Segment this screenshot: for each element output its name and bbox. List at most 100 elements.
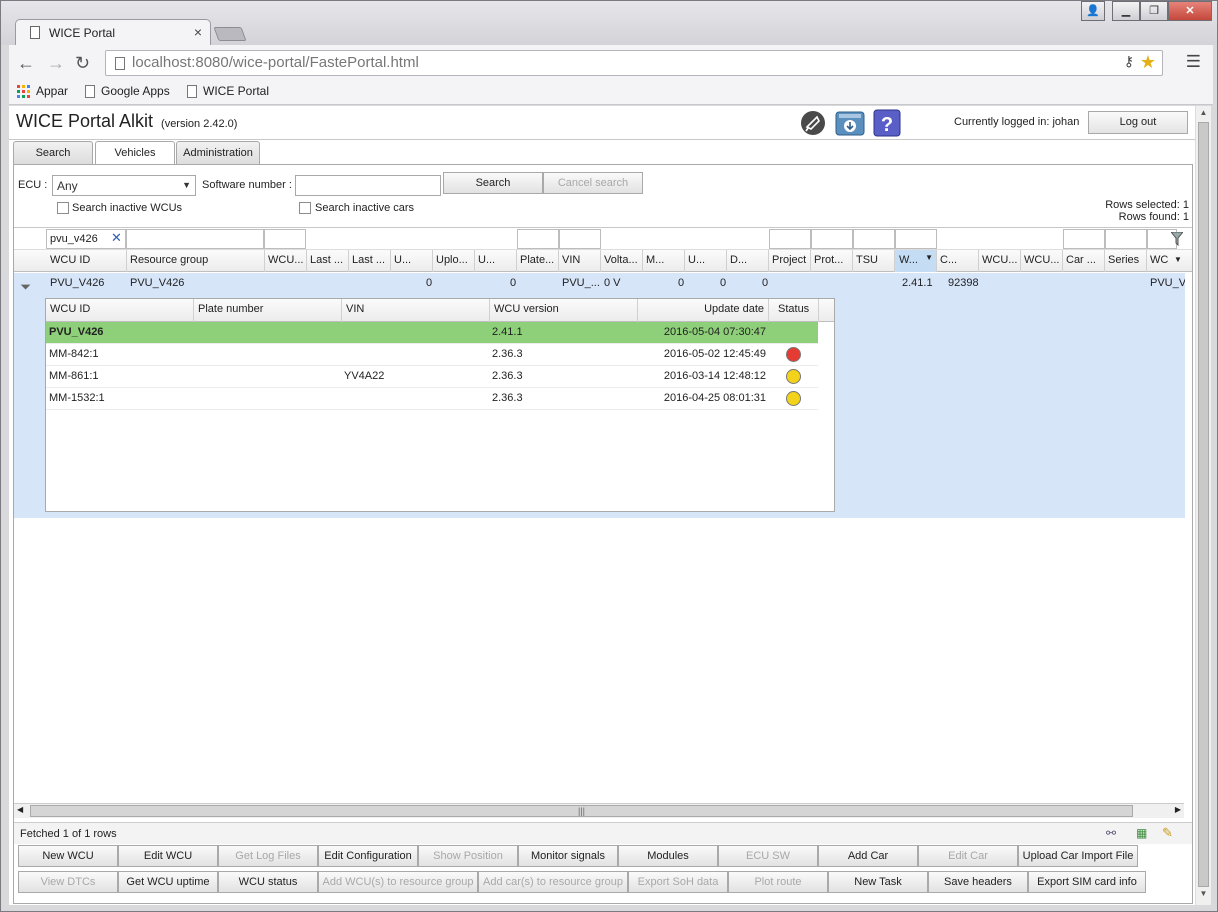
col-divider[interactable] (600, 250, 601, 272)
col-header[interactable]: VIN (562, 254, 598, 266)
minimize-button[interactable]: ▁ (1112, 1, 1140, 21)
upload-car-import-button[interactable]: Upload Car Import File (1018, 845, 1138, 867)
scroll-right-icon[interactable]: ▶ (1175, 805, 1181, 814)
col-header[interactable]: D... (730, 254, 766, 266)
edit-configuration-button[interactable]: Edit Configuration (318, 845, 418, 867)
page-scrollbar-thumb[interactable] (1198, 122, 1209, 887)
edit-wcu-button[interactable]: Edit WCU (118, 845, 218, 867)
star-icon[interactable]: ★ (1140, 52, 1156, 73)
col-header[interactable]: Car ... (1066, 254, 1102, 266)
wcu-filter[interactable] (264, 229, 306, 249)
col-divider[interactable] (1062, 250, 1063, 272)
col-header[interactable]: Prot... (814, 254, 850, 266)
browser-tab[interactable]: WICE Portal × (15, 19, 211, 46)
subtable-row[interactable]: PVU_V426 2.41.1 2016-05-04 07:30:47 (46, 322, 818, 344)
logout-button[interactable]: Log out (1088, 111, 1188, 134)
edit-car-button[interactable]: Edit Car (918, 845, 1018, 867)
clear-filter-icon[interactable]: ✕ (108, 229, 126, 249)
col-header[interactable]: WCU version (494, 303, 559, 315)
col-divider[interactable] (126, 250, 127, 272)
search-button[interactable]: Search (443, 172, 543, 194)
bookmark-apps[interactable]: Appar (17, 84, 68, 98)
col-header[interactable]: Resource group (130, 254, 260, 266)
ecu-sw-button[interactable]: ECU SW (718, 845, 818, 867)
add-wcu-to-resource-group-button[interactable]: Add WCU(s) to resource group (318, 871, 478, 893)
col-header[interactable]: Plate... (520, 254, 556, 266)
export-sim-card-info-button[interactable]: Export SIM card info (1028, 871, 1146, 893)
ecu-select[interactable]: Any ▼ (52, 175, 196, 196)
resource-group-filter[interactable] (126, 229, 264, 249)
back-icon[interactable]: ← (17, 53, 35, 74)
address-bar[interactable]: localhost:8080/wice-portal/FastePortal.h… (105, 50, 1163, 76)
tab-vehicles[interactable]: Vehicles (95, 141, 175, 166)
page-scrollbar[interactable]: ▲ ▼ (1195, 106, 1211, 905)
horizontal-scrollbar[interactable]: ◀ ||| ▶ (14, 803, 1184, 818)
col-header[interactable]: C... (940, 254, 976, 266)
col-header[interactable]: WCU... (1024, 254, 1060, 266)
col-divider[interactable] (193, 299, 194, 322)
scroll-up-icon[interactable]: ▲ (1196, 108, 1211, 122)
col-header[interactable]: Status (778, 303, 809, 315)
col-header[interactable]: Last ... (352, 254, 388, 266)
export-excel-icon[interactable]: ▦ (1136, 826, 1147, 840)
col-divider[interactable] (516, 250, 517, 272)
col-divider[interactable] (810, 250, 811, 272)
satellite-icon[interactable] (799, 109, 827, 137)
col-divider[interactable] (637, 299, 638, 322)
wcu-status-button[interactable]: WCU status (218, 871, 318, 893)
close-window-button[interactable]: ✕ (1168, 1, 1212, 21)
table-row-selected[interactable]: ◣ PVU_V426 PVU_V426 0 0 PVU_... 0 V 0 0 … (14, 273, 1185, 518)
col-divider[interactable] (474, 250, 475, 272)
car-filter[interactable] (1063, 229, 1105, 249)
scroll-down-icon[interactable]: ▼ (1196, 889, 1211, 903)
col-divider[interactable] (768, 299, 769, 322)
col-header[interactable]: Plate number (198, 303, 263, 315)
subtable-row[interactable]: MM-842:1 2.36.3 2016-05-02 12:45:49 (46, 344, 818, 366)
vin-filter[interactable] (559, 229, 601, 249)
plate-filter[interactable] (517, 229, 559, 249)
subtable-row[interactable]: MM-1532:1 2.36.3 2016-04-25 08:01:31 (46, 388, 818, 410)
add-car-to-resource-group-button[interactable]: Add car(s) to resource group (478, 871, 628, 893)
filter-icon[interactable] (1171, 232, 1183, 246)
monitor-signals-button[interactable]: Monitor signals (518, 845, 618, 867)
col-divider[interactable] (684, 250, 685, 272)
subtable-row[interactable]: MM-861:1 YV4A22 2.36.3 2016-03-14 12:48:… (46, 366, 818, 388)
col-divider[interactable] (936, 250, 937, 272)
col-divider[interactable] (348, 250, 349, 272)
modules-button[interactable]: Modules (618, 845, 718, 867)
expand-toggle-icon[interactable]: ◣ (19, 278, 32, 291)
col-header[interactable]: Series (1108, 254, 1144, 266)
series-filter[interactable] (1105, 229, 1147, 249)
add-car-button[interactable]: Add Car (818, 845, 918, 867)
scroll-left-icon[interactable]: ◀ (17, 805, 23, 814)
col-divider[interactable] (1020, 250, 1021, 272)
col-divider[interactable] (1146, 250, 1147, 272)
software-number-input[interactable] (295, 175, 441, 196)
col-header[interactable]: VIN (346, 303, 364, 315)
new-task-button[interactable]: New Task (828, 871, 928, 893)
col-header-sorted[interactable]: W... ▼ (895, 250, 937, 272)
tsu-filter[interactable] (853, 229, 895, 249)
cancel-search-button[interactable]: Cancel search (543, 172, 643, 194)
col-divider[interactable] (432, 250, 433, 272)
column-menu-icon[interactable]: ▼ (1174, 255, 1182, 264)
col-divider[interactable] (1104, 250, 1105, 272)
col-divider[interactable] (726, 250, 727, 272)
download-icon[interactable] (835, 109, 865, 137)
col-header[interactable]: WCU ID (50, 303, 90, 315)
plot-route-button[interactable]: Plot route (728, 871, 828, 893)
col-header[interactable]: Last ... (310, 254, 346, 266)
col-divider[interactable] (558, 250, 559, 272)
col-header[interactable]: U... (478, 254, 514, 266)
col-header[interactable]: WC (1150, 254, 1172, 266)
col-header[interactable]: WCU ID (50, 254, 122, 266)
inactive-cars-checkbox[interactable] (299, 202, 311, 214)
col-header[interactable]: Volta... (604, 254, 640, 266)
col-header[interactable]: Uplo... (436, 254, 472, 266)
col-header[interactable]: U... (394, 254, 430, 266)
forward-icon[interactable]: → (47, 53, 65, 74)
protocol-filter[interactable] (811, 229, 853, 249)
col-header[interactable]: U... (688, 254, 724, 266)
col-divider[interactable] (341, 299, 342, 322)
link-icon[interactable]: ⚯ (1106, 826, 1116, 840)
